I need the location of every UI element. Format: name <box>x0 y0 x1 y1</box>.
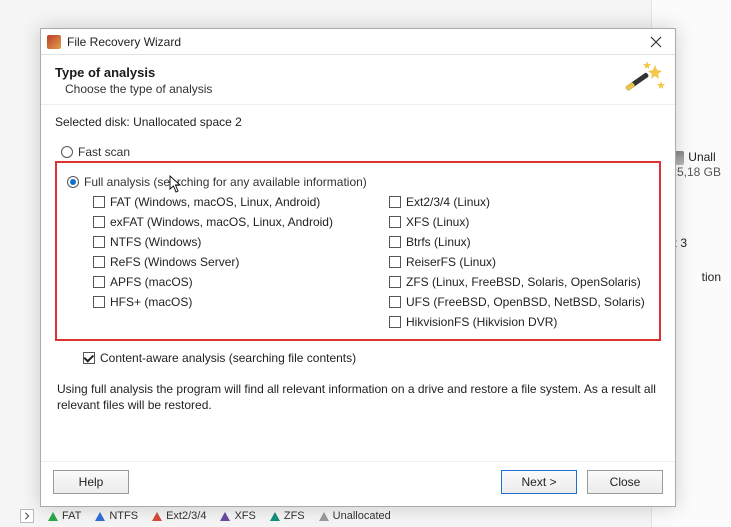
filesystems-right-column: Ext2/3/4 (Linux) XFS (Linux) Btrfs (Linu… <box>389 195 649 329</box>
bg-unall-size: 25,18 GB <box>670 165 721 179</box>
checkbox-ntfs[interactable]: NTFS (Windows) <box>93 235 353 249</box>
checkbox-icon <box>389 216 401 228</box>
checkbox-icon <box>389 236 401 248</box>
checkbox-icon <box>389 316 401 328</box>
close-icon[interactable] <box>643 32 669 52</box>
checkbox-apfs[interactable]: APFS (macOS) <box>93 275 353 289</box>
checkbox-fat[interactable]: FAT (Windows, macOS, Linux, Android) <box>93 195 353 209</box>
next-button[interactable]: Next > <box>501 470 577 494</box>
wand-icon <box>619 61 665 101</box>
bg-x3-fragment: x 3 <box>671 236 721 250</box>
checkbox-icon <box>389 276 401 288</box>
button-bar: Help Next > Close <box>41 461 675 506</box>
radio-icon <box>61 146 73 158</box>
checkbox-icon <box>93 296 105 308</box>
radio-label: Full analysis (searching for any availab… <box>84 175 367 189</box>
radio-label: Fast scan <box>78 145 130 159</box>
checkbox-icon <box>389 296 401 308</box>
checkbox-refs[interactable]: ReFS (Windows Server) <box>93 255 353 269</box>
checkbox-hfs[interactable]: HFS+ (macOS) <box>93 295 353 309</box>
checkbox-content-aware[interactable]: Content-aware analysis (searching file c… <box>83 351 661 365</box>
bg-tion-fragment: tion <box>702 270 721 284</box>
app-icon <box>47 35 61 49</box>
titlebar: File Recovery Wizard <box>41 29 675 55</box>
checkbox-icon <box>93 276 105 288</box>
checkbox-icon <box>83 352 95 364</box>
legend-item-fat: FAT <box>48 510 81 522</box>
help-button[interactable]: Help <box>53 470 129 494</box>
wizard-header: Type of analysis Choose the type of anal… <box>41 55 675 105</box>
checkbox-reiserfs[interactable]: ReiserFS (Linux) <box>389 255 649 269</box>
checkbox-zfs[interactable]: ZFS (Linux, FreeBSD, Solaris, OpenSolari… <box>389 275 649 289</box>
chevron-right-icon <box>23 512 31 520</box>
fs-legend: FAT NTFS Ext2/3/4 XFS ZFS Unallocated <box>20 509 391 523</box>
checkbox-icon <box>389 196 401 208</box>
header-title: Type of analysis <box>55 65 661 80</box>
legend-item-xfs: XFS <box>220 510 255 522</box>
radio-icon <box>67 176 79 188</box>
window-title: File Recovery Wizard <box>67 35 643 49</box>
checkbox-hikvision[interactable]: HikvisionFS (Hikvision DVR) <box>389 315 649 329</box>
bg-unall-label: Unall <box>688 150 715 164</box>
legend-triangle-icon <box>95 512 105 521</box>
close-button[interactable]: Close <box>587 470 663 494</box>
checkbox-icon <box>93 236 105 248</box>
selected-disk: Selected disk: Unallocated space 2 <box>55 115 661 129</box>
checkbox-icon <box>93 196 105 208</box>
radio-full-analysis[interactable]: Full analysis (searching for any availab… <box>67 175 649 189</box>
checkbox-exfat[interactable]: exFAT (Windows, macOS, Linux, Android) <box>93 215 353 229</box>
checkbox-icon <box>389 256 401 268</box>
checkbox-xfs[interactable]: XFS (Linux) <box>389 215 649 229</box>
bg-unallocated-entry: Unall 25,18 GB <box>670 150 721 179</box>
radio-fast-scan[interactable]: Fast scan <box>61 145 661 159</box>
legend-item-ext: Ext2/3/4 <box>152 510 206 522</box>
checkbox-icon <box>93 256 105 268</box>
checkbox-btrfs[interactable]: Btrfs (Linux) <box>389 235 649 249</box>
checkbox-icon <box>93 216 105 228</box>
legend-triangle-icon <box>319 512 329 521</box>
file-recovery-wizard-dialog: File Recovery Wizard Type of analysis Ch… <box>40 28 676 507</box>
legend-item-unallocated: Unallocated <box>319 510 391 522</box>
legend-triangle-icon <box>152 512 162 521</box>
full-analysis-highlight: Full analysis (searching for any availab… <box>55 161 661 341</box>
filesystems-left-column: FAT (Windows, macOS, Linux, Android) exF… <box>93 195 353 329</box>
header-subtitle: Choose the type of analysis <box>65 82 661 96</box>
legend-item-ntfs: NTFS <box>95 510 138 522</box>
wizard-body: Selected disk: Unallocated space 2 Fast … <box>41 105 675 421</box>
hint-text: Using full analysis the program will fin… <box>57 381 659 413</box>
legend-triangle-icon <box>270 512 280 521</box>
legend-item-zfs: ZFS <box>270 510 305 522</box>
checkbox-ufs[interactable]: UFS (FreeBSD, OpenBSD, NetBSD, Solaris) <box>389 295 649 309</box>
legend-triangle-icon <box>48 512 58 521</box>
legend-triangle-icon <box>220 512 230 521</box>
legend-chevron[interactable] <box>20 509 34 523</box>
checkbox-ext[interactable]: Ext2/3/4 (Linux) <box>389 195 649 209</box>
